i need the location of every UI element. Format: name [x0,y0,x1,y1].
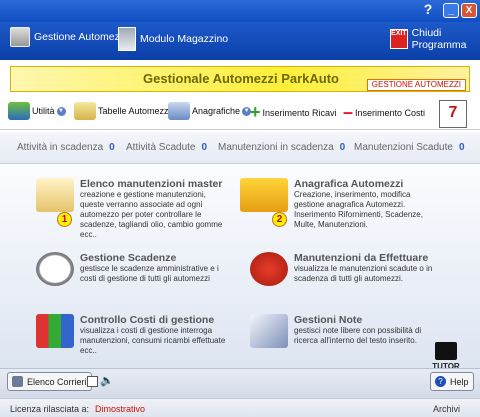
records-label: Anagrafiche [192,106,241,116]
add-cost-button[interactable]: – Inserimento Costi [343,102,425,123]
app-banner: Gestionale Automezzi ParkAuto GESTIONE A… [10,66,470,92]
couriers-label: Elenco Corrieri [27,376,87,387]
help-button[interactable]: ? Help [430,372,474,391]
card-title: Manutenzioni da Effettuare [294,252,429,264]
contacts-icon [168,102,190,120]
license-label: Licenza rilasciata a: [10,404,90,414]
nav-fleet-management[interactable]: Gestione Automezzi [10,27,127,47]
counter-label: Attività in scadenza [17,142,104,153]
speaker-icon: 🔈 [100,375,114,387]
nav-warehouse-label: Modulo Magazzino [140,33,229,45]
counter-label: Manutenzioni in scadenza [218,142,334,153]
counter-activities-due[interactable]: Attività in scadenza 0 [17,142,115,153]
exit-program-button[interactable]: EXIT Chiudi Programma [390,27,480,51]
nav-warehouse-module[interactable]: Modulo Magazzino [118,27,228,51]
wrench-screwdriver-icon [250,252,288,286]
section-tag: GESTIONE AUTOMEZZI [366,79,466,91]
help-label: Help [450,376,469,387]
archives-link[interactable]: Archivi [433,404,460,414]
counter-value: 0 [201,142,208,153]
bar-chart-icon [36,314,74,348]
sound-checkbox[interactable] [87,376,98,387]
chevron-down-icon: ▼ [56,106,66,116]
card-title: Anagrafica Automezzi [294,178,404,190]
school-bus-icon [240,178,288,212]
window-close-button[interactable]: X [461,3,477,18]
minus-icon: – [343,102,354,122]
step-1-badge: 1 [57,212,72,227]
top-navigation: Gestione Automezzi Modulo Magazzino EXIT… [0,22,480,60]
add-income-label: Inserimento Ricavi [262,107,337,118]
nav-fleet-label: Gestione Automezzi [34,31,128,43]
add-income-button[interactable]: + Inserimento Ricavi [250,102,337,123]
records-menu[interactable]: Anagrafiche ▼ [168,102,252,120]
card-description: gestisce le scadenze amministrative e i … [80,264,219,283]
exit-label: Chiudi Programma [411,27,467,51]
counter-maintenance-expired[interactable]: Manutenzioni Scadute 0 [354,142,465,153]
card-description: gestisci note libere con possibilità di … [294,326,422,345]
main-panel: Elenco manutenzioni master creazione e g… [0,164,480,371]
counter-value: 0 [458,142,465,153]
card-description: visualizza le manutenzioni scadute o in … [294,264,433,283]
license-value: Dimostrativo [95,404,146,414]
card-notes[interactable]: Gestioni Note gestisci note libere con p… [250,314,440,348]
counter-maintenance-due[interactable]: Manutenzioni in scadenza 0 [218,142,345,153]
counter-label: Manutenzioni Scadute [354,142,453,153]
counter-label: Attività Scadute [126,142,196,153]
computer-icon [10,27,30,47]
card-title: Gestione Scadenze [80,252,177,264]
tables-menu[interactable]: Tabelle Automezzi ▼ [74,102,182,120]
card-cost-control[interactable]: Controllo Costi di gestione visualizza i… [36,314,226,356]
card-fleet-registry[interactable]: Anagrafica Automezzi Creazione, inserime… [240,178,430,230]
window-titlebar: ? _ X [0,0,480,22]
card-title: Controllo Costi di gestione [80,314,215,326]
card-description: Creazione, inserimento, modifica gestion… [294,190,423,229]
counter-value: 0 [339,142,346,153]
status-bar: Licenza rilasciata a: Dimostrativo Archiv… [0,398,480,417]
counter-activities-expired[interactable]: Attività Scadute 0 [126,142,207,153]
list-icon [12,376,23,387]
bottom-bar: Elenco Corrieri 🔈 ? Help [0,368,480,398]
window-minimize-button[interactable]: _ [443,3,459,18]
question-icon: ? [435,376,446,387]
card-description: visualizza i costi di gestione interroga… [80,326,226,355]
main-toolbar: Utilità ▼ Tabelle Automezzi ▼ Anagrafich… [0,98,480,130]
counters-bar: Attività in scadenza 0 Attività Scadute 0 … [0,132,480,164]
tables-label: Tabelle Automezzi [98,106,171,116]
couriers-list-button[interactable]: Elenco Corrieri [7,372,92,391]
card-description: creazione e gestione manutenzioni, quest… [80,190,223,239]
tools-icon [8,102,30,120]
card-pending-maintenance[interactable]: Manutenzioni da Effettuare visualizza le… [250,252,440,286]
card-title: Elenco manutenzioni master [80,178,223,190]
pencil-table-icon [74,102,96,120]
license-info: Licenza rilasciata a: Dimostrativo [10,404,145,414]
step-2-badge: 2 [272,212,287,227]
exit-icon: EXIT [390,29,408,49]
card-title: Gestioni Note [294,314,363,326]
utility-label: Utilità [32,106,55,116]
window-help-icon[interactable]: ? [420,2,436,18]
counter-value: 0 [109,142,115,153]
notepad-pen-icon [250,314,288,348]
calendar-icon[interactable]: 7 [439,100,467,128]
clock-icon [36,252,74,286]
cabinet-icon [118,27,136,51]
utility-menu[interactable]: Utilità ▼ [8,102,66,120]
add-cost-label: Inserimento Costi [355,107,426,118]
plus-icon: + [250,102,261,122]
card-maintenance-master[interactable]: Elenco manutenzioni master creazione e g… [36,178,226,240]
documents-icon [36,178,74,212]
card-deadlines[interactable]: Gestione Scadenze gestisce le scadenze a… [36,252,226,286]
